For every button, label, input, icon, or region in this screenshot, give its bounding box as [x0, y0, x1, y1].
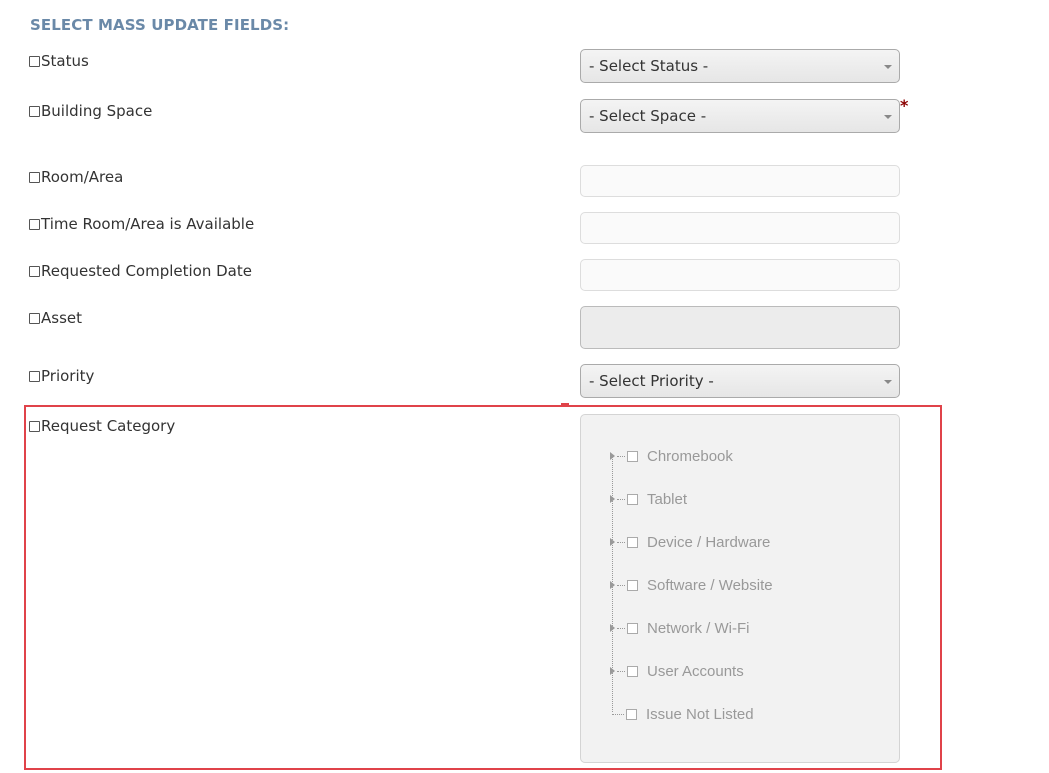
- tree-node-tablet[interactable]: Tablet: [610, 489, 687, 509]
- tree-node-issue-not-listed[interactable]: Issue Not Listed: [610, 704, 754, 724]
- building-space-label: Building Space: [41, 102, 153, 120]
- status-label: Status: [41, 52, 89, 70]
- expand-arrow-icon[interactable]: [610, 667, 615, 675]
- priority-checkbox[interactable]: [29, 370, 40, 382]
- asset-row-label[interactable]: Asset: [29, 309, 82, 327]
- room-area-label: Room/Area: [41, 168, 124, 186]
- page-title: SELECT MASS UPDATE FIELDS:: [30, 16, 290, 34]
- tree-checkbox[interactable]: [627, 536, 638, 548]
- time-available-checkbox[interactable]: [29, 218, 40, 230]
- tree-connector: [617, 455, 625, 457]
- tree-connector: [617, 541, 625, 543]
- priority-row-label[interactable]: Priority: [29, 367, 94, 385]
- tree-node-label: Network / Wi-Fi: [647, 619, 750, 637]
- tree-node-label: User Accounts: [647, 662, 744, 680]
- tree-connector: [617, 627, 625, 629]
- tree-node-device-hardware[interactable]: Device / Hardware: [610, 532, 770, 552]
- chevron-down-icon: [884, 380, 892, 384]
- room-area-checkbox[interactable]: [29, 171, 40, 183]
- tree-node-chromebook[interactable]: Chromebook: [610, 446, 733, 466]
- asset-label: Asset: [41, 309, 83, 327]
- room-area-input[interactable]: [580, 165, 900, 197]
- completion-date-checkbox[interactable]: [29, 265, 40, 277]
- category-tree: Chromebook Tablet Device / Hardware Soft…: [580, 414, 900, 763]
- completion-date-row-label[interactable]: Requested Completion Date: [29, 262, 252, 280]
- request-category-row-label[interactable]: Request Category: [29, 417, 175, 435]
- tree-node-label: Chromebook: [647, 447, 733, 465]
- asset-checkbox[interactable]: [29, 312, 40, 324]
- expand-arrow-icon[interactable]: [610, 624, 615, 632]
- building-space-checkbox[interactable]: [29, 105, 40, 117]
- chevron-down-icon: [884, 65, 892, 69]
- required-indicator: *: [900, 96, 909, 115]
- tree-connector: [617, 670, 625, 672]
- tree-node-software-website[interactable]: Software / Website: [610, 575, 773, 595]
- priority-label: Priority: [41, 367, 95, 385]
- chevron-down-icon: [884, 115, 892, 119]
- building-space-row-label[interactable]: Building Space: [29, 102, 152, 120]
- tree-checkbox[interactable]: [627, 450, 638, 462]
- tree-node-network-wifi[interactable]: Network / Wi-Fi: [610, 618, 750, 638]
- status-row-label[interactable]: Status: [29, 52, 89, 70]
- tree-checkbox[interactable]: [627, 493, 638, 505]
- completion-date-input[interactable]: [580, 259, 900, 291]
- time-available-input[interactable]: [580, 212, 900, 244]
- tree-node-label: Software / Website: [647, 576, 773, 594]
- tree-checkbox[interactable]: [627, 622, 638, 634]
- priority-select[interactable]: - Select Priority -: [580, 364, 900, 398]
- time-available-label: Time Room/Area is Available: [41, 215, 255, 233]
- expand-arrow-icon[interactable]: [610, 538, 615, 546]
- building-space-select[interactable]: - Select Space -: [580, 99, 900, 133]
- expand-arrow-icon[interactable]: [610, 495, 615, 503]
- status-select[interactable]: - Select Status -: [580, 49, 900, 83]
- minus-mark: [561, 403, 569, 405]
- tree-checkbox[interactable]: [626, 708, 637, 720]
- tree-connector: [617, 584, 625, 586]
- tree-node-user-accounts[interactable]: User Accounts: [610, 661, 744, 681]
- expand-arrow-icon[interactable]: [610, 452, 615, 460]
- priority-select-value: - Select Priority -: [589, 372, 714, 390]
- tree-connector: [617, 498, 625, 500]
- asset-input[interactable]: [580, 306, 900, 349]
- tree-checkbox[interactable]: [627, 665, 638, 677]
- expand-arrow-icon[interactable]: [610, 581, 615, 589]
- request-category-label: Request Category: [41, 417, 176, 435]
- tree-checkbox[interactable]: [627, 579, 638, 591]
- status-select-value: - Select Status -: [589, 57, 709, 75]
- tree-node-label: Device / Hardware: [647, 533, 771, 551]
- completion-date-label: Requested Completion Date: [41, 262, 252, 280]
- building-space-select-value: - Select Space -: [589, 107, 707, 125]
- request-category-checkbox[interactable]: [29, 420, 40, 432]
- room-area-row-label[interactable]: Room/Area: [29, 168, 123, 186]
- status-checkbox[interactable]: [29, 55, 40, 67]
- tree-node-label: Tablet: [647, 490, 688, 508]
- time-available-row-label[interactable]: Time Room/Area is Available: [29, 215, 254, 233]
- tree-connector: [612, 713, 624, 715]
- tree-node-label: Issue Not Listed: [646, 705, 754, 723]
